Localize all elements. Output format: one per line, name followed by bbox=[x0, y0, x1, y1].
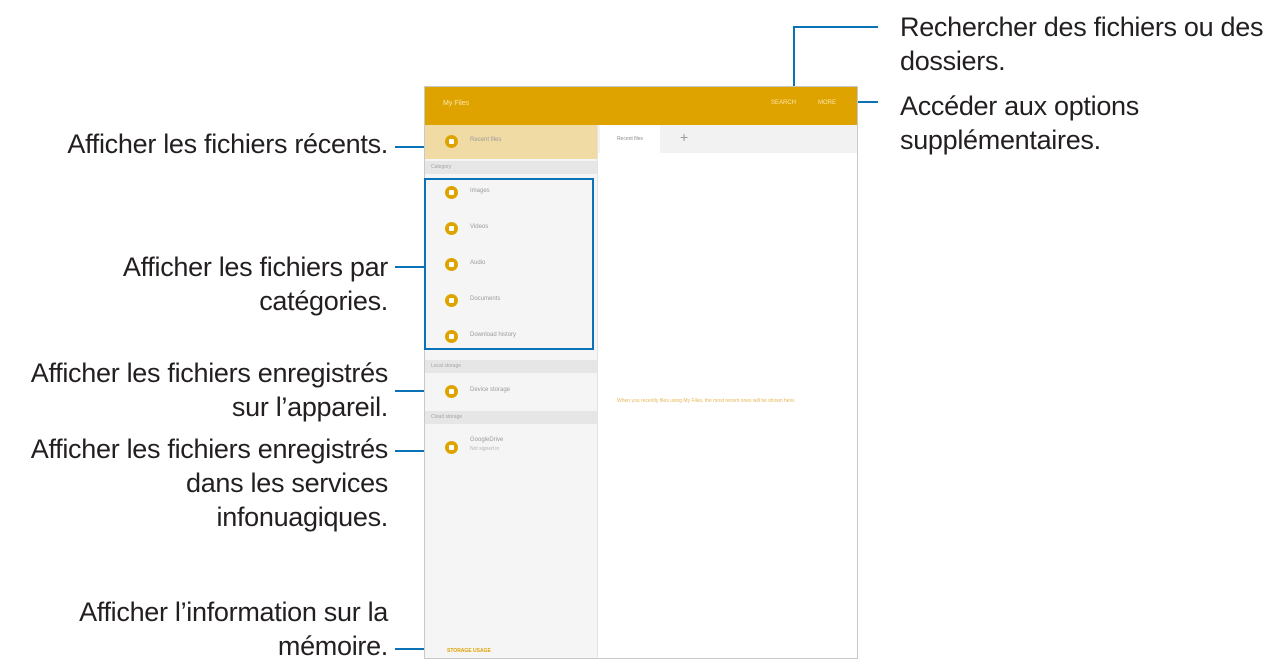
category-header: Category bbox=[425, 161, 597, 174]
annotation-search-line1: Rechercher des fichiers ou des bbox=[900, 12, 1264, 42]
sidebar-item-device-storage[interactable]: Device storage bbox=[425, 375, 597, 409]
annotation-cloud-line1: Afficher les fichiers enregistrés bbox=[30, 434, 389, 464]
annotation-options-line2: supplémentaires. bbox=[900, 125, 1101, 155]
annotation-memory-line2: mémoire. bbox=[277, 631, 388, 661]
tab-recent-files[interactable]: Recent files bbox=[600, 125, 660, 153]
annotation-categories-line2: catégories. bbox=[259, 286, 388, 316]
annotation-categories-line1: Afficher les fichiers par bbox=[122, 252, 388, 282]
memory-leader bbox=[395, 648, 425, 650]
app-title: My Files bbox=[443, 100, 470, 107]
device-screen: My Files SEARCH MORE Recent files Catego… bbox=[424, 86, 858, 659]
categories-leader bbox=[395, 266, 425, 268]
storage-usage-link[interactable]: STORAGE USAGE bbox=[447, 648, 491, 654]
annotation-categories: Afficher les fichiers par catégories. bbox=[123, 250, 388, 318]
sidebar-item-label: GoogleDrive bbox=[470, 437, 504, 443]
annotation-options-line1: Accéder aux options bbox=[900, 91, 1139, 121]
app-bar: My Files SEARCH MORE bbox=[425, 87, 857, 125]
sidebar-item-recent-files[interactable]: Recent files bbox=[425, 125, 597, 159]
search-button[interactable]: SEARCH bbox=[771, 100, 796, 106]
search-leader-vertical bbox=[793, 26, 795, 87]
annotation-search-line2: dossiers. bbox=[900, 46, 1006, 76]
add-tab-button[interactable]: + bbox=[680, 129, 688, 145]
empty-state-message: When you recently files using My Files, … bbox=[617, 398, 796, 404]
categories-highlight-box bbox=[424, 178, 594, 350]
tab-bar: Recent files + bbox=[598, 125, 857, 153]
annotation-cloud-line3: infonuagiques. bbox=[216, 502, 389, 532]
sidebar-item-label: Device storage bbox=[470, 387, 511, 393]
annotation-memory-line1: Afficher l’information sur la bbox=[79, 597, 388, 627]
annotation-memory: Afficher l’information sur la mémoire. bbox=[79, 595, 388, 663]
sidebar-item-sublabel: Not signed in bbox=[470, 446, 500, 452]
annotation-search: Rechercher des fichiers ou des dossiers. bbox=[900, 10, 1263, 78]
annotation-device-line1: Afficher les fichiers enregistrés bbox=[30, 358, 389, 388]
annotation-cloud: Afficher les fichiers enregistrés dans l… bbox=[30, 432, 389, 534]
sidebar-item-google-drive[interactable]: GoogleDrive Not signed in bbox=[425, 431, 597, 465]
annotation-recent: Afficher les fichiers récents. bbox=[67, 127, 388, 161]
search-leader-horizontal bbox=[793, 26, 878, 28]
phone-icon bbox=[445, 385, 458, 398]
cloud-icon bbox=[445, 441, 458, 454]
clock-icon bbox=[445, 135, 458, 148]
annotation-options: Accéder aux options supplémentaires. bbox=[900, 89, 1139, 157]
annotation-device-line2: sur l’appareil. bbox=[231, 392, 388, 422]
annotation-recent-line1: Afficher les fichiers récents. bbox=[67, 129, 388, 159]
more-button[interactable]: MORE bbox=[818, 100, 836, 106]
sidebar-item-label: Recent files bbox=[470, 137, 502, 143]
cloud-storage-header: Cloud storage bbox=[425, 411, 597, 424]
local-storage-header: Local storage bbox=[425, 360, 597, 373]
annotation-cloud-line2: dans les services bbox=[186, 468, 388, 498]
annotation-device: Afficher les fichiers enregistrés sur l’… bbox=[30, 356, 389, 424]
